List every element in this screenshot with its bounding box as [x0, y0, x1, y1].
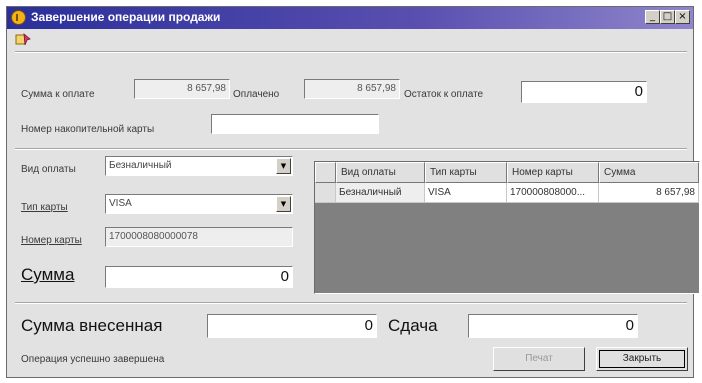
- table-cell-sum[interactable]: 8 657,98: [599, 183, 699, 203]
- summary-separator: [15, 148, 687, 150]
- close-button[interactable]: Закрыть: [596, 347, 688, 371]
- paid-label: Оплачено: [233, 89, 280, 100]
- loyalty-card-input[interactable]: [211, 114, 379, 134]
- to-pay-label: Сумма к оплате: [21, 89, 95, 100]
- sum-label: Сумма: [21, 265, 75, 284]
- column-header-sum[interactable]: Сумма: [599, 162, 699, 183]
- to-pay-field: 8 657,98: [134, 79, 230, 99]
- print-button[interactable]: Печат: [493, 347, 585, 371]
- column-header-card-type[interactable]: Тип карты: [425, 162, 507, 183]
- change-field: 0: [468, 314, 638, 338]
- table-cell-card-type[interactable]: VISA: [425, 183, 507, 203]
- row-indicator[interactable]: [315, 183, 336, 203]
- status-text: Операция успешно завершена: [21, 354, 165, 365]
- card-label: Номер накопительной карты: [21, 124, 155, 135]
- card-number-field[interactable]: 1700008080000078: [105, 227, 293, 247]
- pin-icon[interactable]: [15, 33, 31, 47]
- title-bar[interactable]: Завершение операции продажи _ □ ×: [7, 7, 693, 29]
- change-label: Сдача: [388, 316, 438, 335]
- table-cell-card-number[interactable]: 170000808000...: [507, 183, 599, 203]
- deposited-input[interactable]: 0: [207, 314, 377, 338]
- table-cell-payment-type[interactable]: Безналичный: [336, 183, 425, 203]
- payment-type-value: Безналичный: [109, 160, 172, 171]
- footer-separator: [15, 302, 687, 304]
- card-type-label: Тип карты: [21, 202, 68, 213]
- chevron-down-icon[interactable]: ▼: [276, 158, 291, 174]
- payment-type-select[interactable]: Безналичный ▼: [105, 156, 293, 176]
- card-type-select[interactable]: VISA ▼: [105, 194, 293, 214]
- deposited-label: Сумма внесенная: [21, 316, 163, 335]
- card-type-value: VISA: [109, 198, 132, 209]
- dialog-window: Завершение операции продажи _ □ × Сумма …: [6, 6, 700, 378]
- minimize-button[interactable]: _: [645, 10, 660, 24]
- column-header-card-number[interactable]: Номер карты: [507, 162, 599, 183]
- row-indicator-header: [315, 162, 336, 183]
- payment-type-label: Вид оплаты: [21, 164, 76, 175]
- maximize-button[interactable]: □: [660, 10, 675, 24]
- card-number-label: Номер карты: [21, 235, 82, 246]
- toolbar-separator: [15, 51, 687, 53]
- column-header-payment-type[interactable]: Вид оплаты: [336, 162, 425, 183]
- coin-icon: [11, 10, 26, 25]
- chevron-down-icon[interactable]: ▼: [276, 196, 291, 212]
- payments-table[interactable]: Вид оплаты Тип карты Номер карты Сумма Б…: [314, 161, 700, 294]
- close-window-button[interactable]: ×: [675, 10, 690, 24]
- sum-input[interactable]: 0: [105, 266, 293, 288]
- remaining-label: Остаток к оплате: [404, 89, 484, 100]
- remaining-field: 0: [521, 81, 647, 103]
- window-title: Завершение операции продажи: [31, 10, 221, 24]
- paid-field: 8 657,98: [304, 79, 400, 99]
